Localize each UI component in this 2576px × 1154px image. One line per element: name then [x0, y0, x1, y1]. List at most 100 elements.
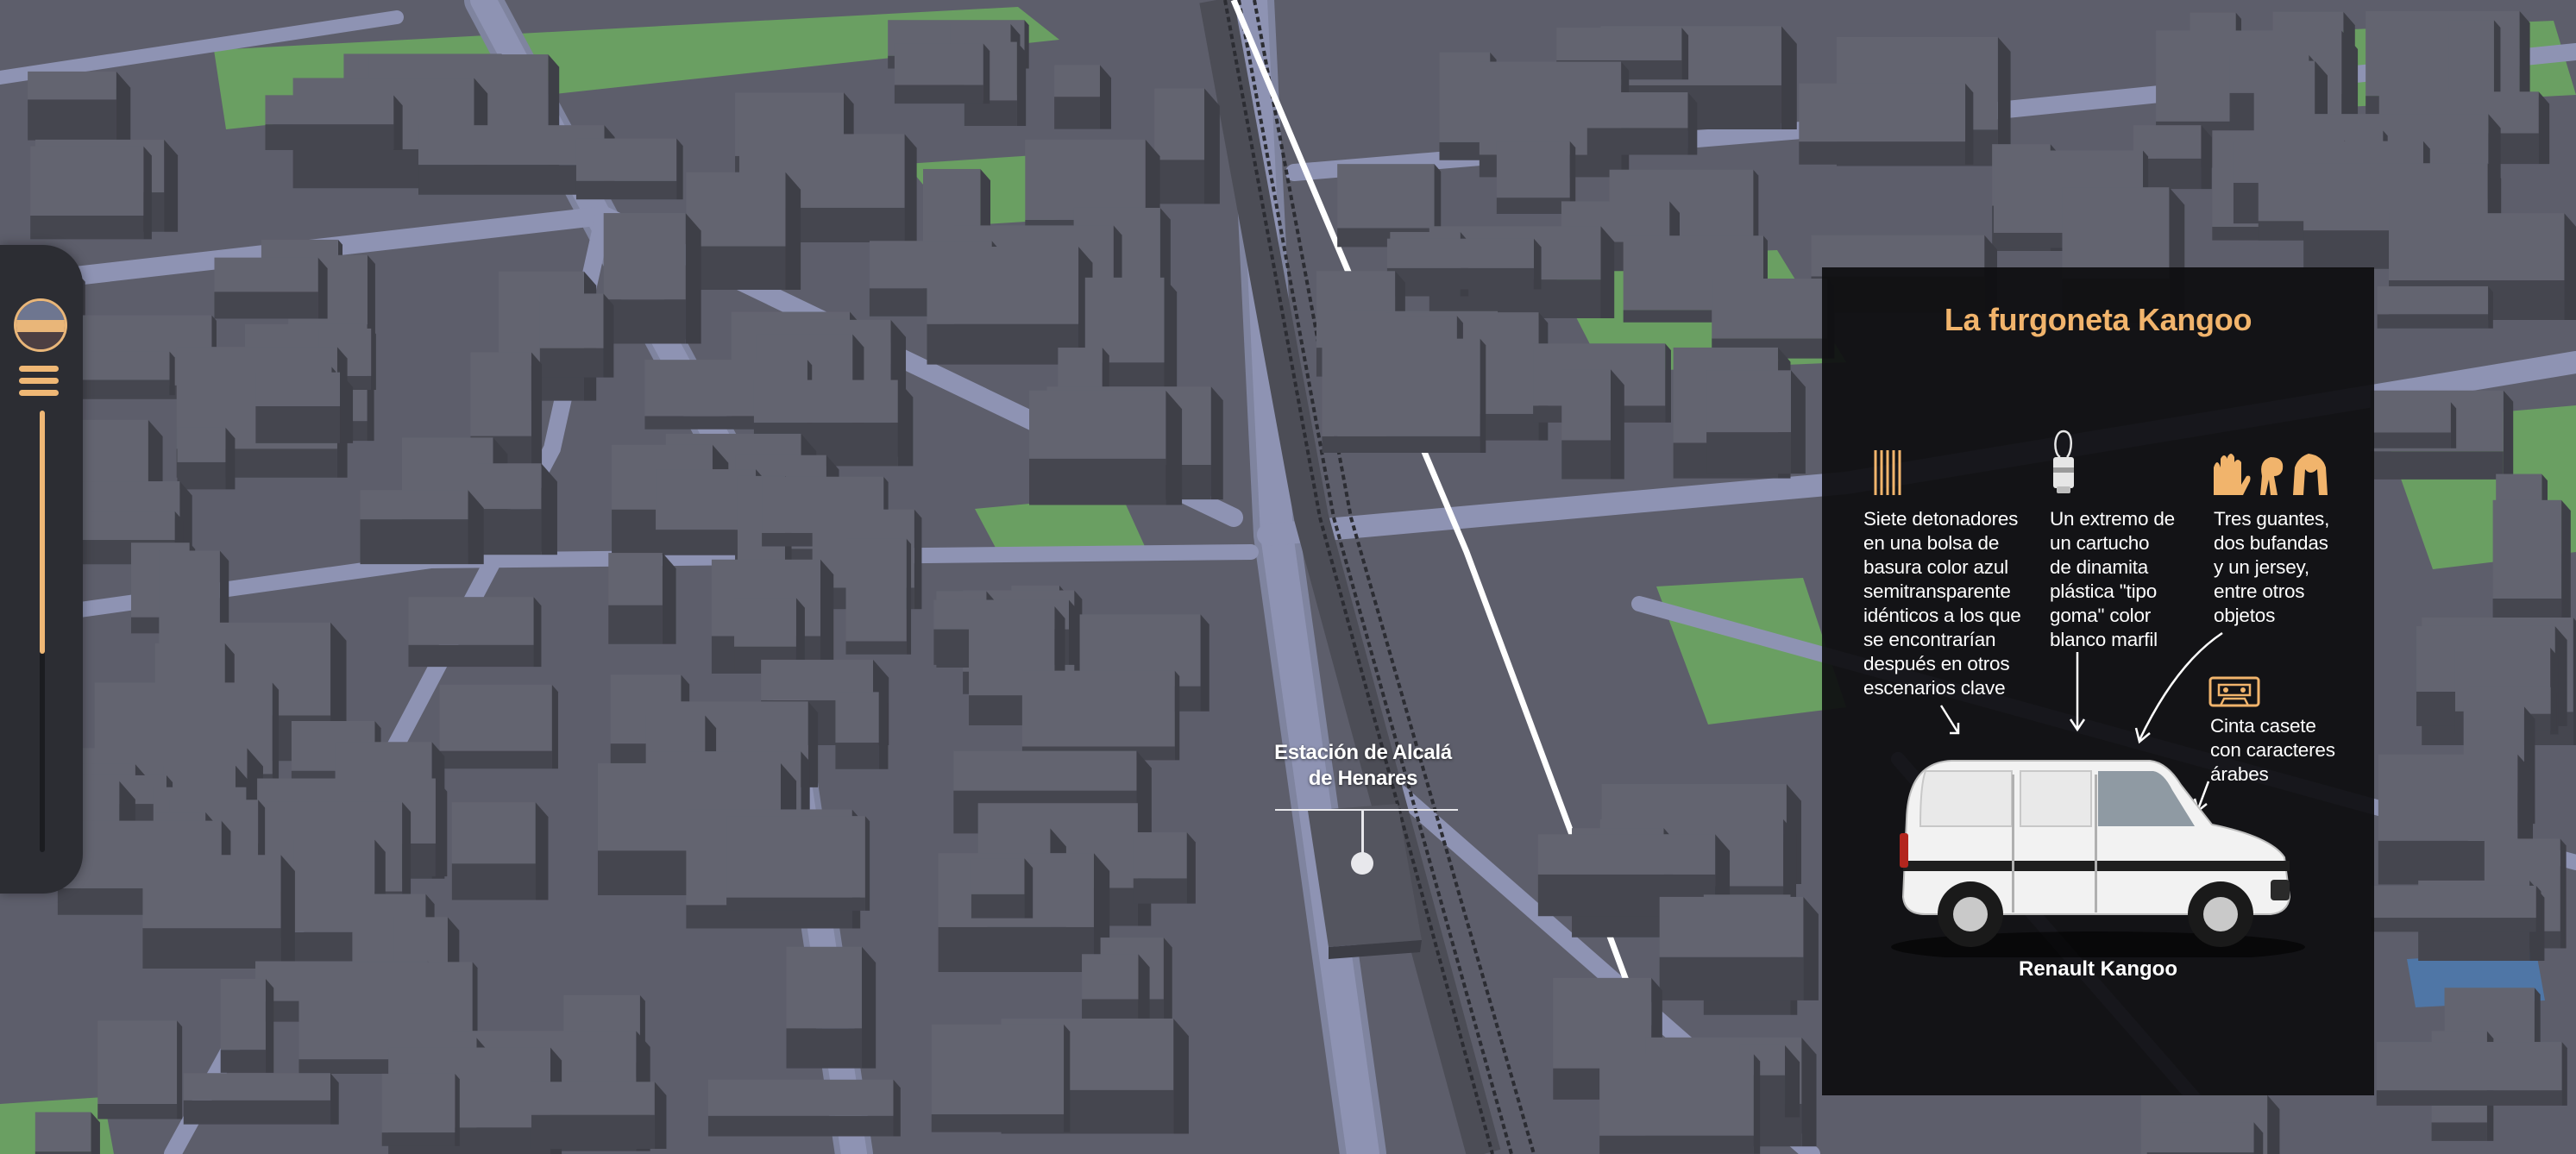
building-side [835, 743, 879, 769]
building-side [1164, 277, 1178, 399]
building-roof [478, 463, 542, 510]
building-roof [953, 750, 1137, 791]
building-side [1781, 26, 1797, 130]
building-roof [214, 257, 318, 292]
building-side [451, 863, 536, 900]
building-side [371, 328, 376, 391]
building-roof [220, 978, 266, 1051]
building-side [551, 684, 558, 769]
station-label: Estación de Alcalá de Henares [1242, 740, 1484, 792]
building-side [177, 461, 226, 490]
building-roof [603, 213, 686, 300]
building-side [608, 605, 663, 644]
building-side [1610, 369, 1624, 480]
building-roof [707, 1079, 894, 1116]
building-roof [2371, 885, 2536, 919]
building-side [603, 299, 686, 344]
globe-logo-icon[interactable] [14, 298, 67, 352]
building-roof [1586, 92, 1688, 129]
building-side [280, 855, 295, 969]
building-roof [1599, 1054, 1754, 1136]
building-side [2488, 285, 2493, 329]
building-side [272, 682, 280, 793]
building-roof [30, 146, 144, 216]
station-pin-dot[interactable] [1351, 852, 1373, 875]
building-roof [1537, 834, 1716, 875]
info-panel: La furgoneta Kangoo Siete detonadores en … [1822, 267, 2374, 1095]
building-side [1210, 386, 1223, 500]
building-roof [931, 1024, 1065, 1114]
building-roof [2389, 213, 2565, 281]
building-side [220, 1050, 266, 1073]
building-side [265, 978, 274, 1073]
building-side [938, 926, 1094, 972]
hamburger-menu-icon[interactable] [19, 364, 62, 402]
building-side [439, 750, 552, 769]
building-side [143, 146, 152, 240]
building-side [1665, 343, 1671, 423]
building-roof [439, 684, 552, 751]
building-side [1533, 238, 1542, 290]
building-side [214, 292, 318, 319]
building-side [971, 894, 1025, 919]
building-side [2538, 91, 2550, 165]
building-side [531, 1114, 655, 1149]
building-side [964, 100, 1017, 126]
building-roof [159, 550, 220, 649]
building-roof [255, 372, 341, 406]
building-side [265, 124, 394, 150]
building-side [1016, 41, 1027, 126]
building-roof [1712, 279, 1828, 339]
building-side [533, 597, 542, 668]
building-roof [470, 352, 531, 436]
building-side [1753, 1054, 1761, 1154]
building-roof [1659, 896, 1804, 957]
building-side [225, 427, 236, 490]
building-side [1801, 1037, 1817, 1147]
building-side [1706, 432, 1791, 474]
scroll-progress-track[interactable] [40, 411, 45, 852]
building-side [914, 509, 922, 610]
station-pin-stem [1361, 811, 1364, 854]
building-roof [1706, 370, 1791, 433]
building-roof [1799, 83, 1966, 142]
building-side [2564, 213, 2576, 321]
building-side [1561, 440, 1611, 480]
building-side [408, 644, 534, 668]
building-roof [726, 816, 865, 898]
building-roof [142, 855, 281, 929]
building-side [2377, 314, 2489, 329]
building-roof [2372, 402, 2451, 433]
building-side [455, 1073, 460, 1146]
building-side [1200, 614, 1209, 712]
building-roof [927, 247, 1079, 324]
building-roof [1496, 141, 1570, 198]
building-side [1687, 92, 1698, 155]
building-side [1165, 390, 1183, 505]
building-roof [1561, 369, 1611, 441]
building-side [603, 293, 614, 378]
building-side [435, 778, 448, 877]
building-side [685, 213, 701, 344]
map-view[interactable]: Estación de Alcalá de Henares La furgone… [0, 0, 2576, 1154]
building-side [169, 351, 175, 396]
building-roof [381, 1073, 456, 1133]
building-side [97, 1104, 178, 1120]
building-side [2371, 918, 2536, 932]
building-roof [686, 172, 786, 247]
building-roof [360, 490, 468, 520]
building-side [931, 1113, 1065, 1132]
building-roof [734, 598, 796, 647]
building-roof [1054, 65, 1100, 97]
building-roof [786, 946, 862, 1029]
building-roof [2492, 499, 2562, 599]
building-side [927, 323, 1079, 365]
building-side [1054, 97, 1100, 129]
scroll-progress-fill [40, 411, 45, 654]
building-roof [1337, 164, 1435, 229]
building-side [2561, 499, 2571, 625]
building-side [1681, 28, 1689, 80]
building-roof [177, 427, 226, 462]
building-roof [2376, 1042, 2562, 1091]
building-roof [608, 553, 663, 605]
